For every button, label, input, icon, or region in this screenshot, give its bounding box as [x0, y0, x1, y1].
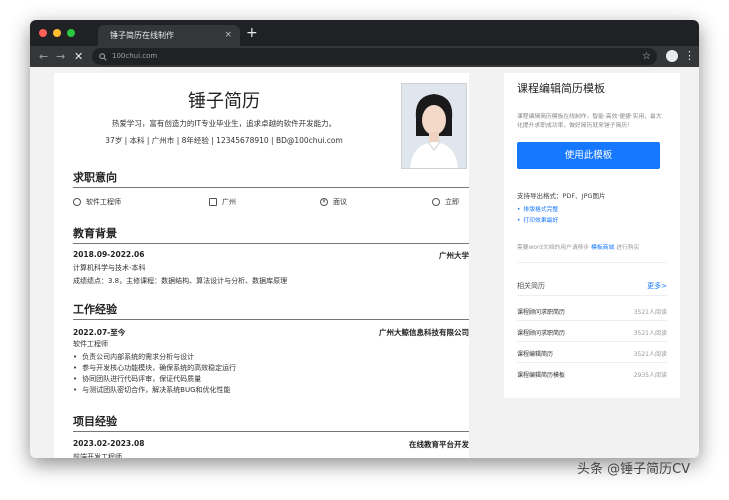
- section-divider: [73, 187, 469, 188]
- intent-availability-label: 立即: [445, 198, 459, 206]
- divider: [517, 362, 667, 363]
- search-icon: [99, 48, 107, 65]
- use-template-button[interactable]: 使用此模板: [517, 142, 660, 169]
- feature-item: 打印效果最好: [517, 215, 558, 224]
- related-item-count: 2935人阅读: [633, 372, 667, 379]
- project-date: 2023.02-2023.08: [73, 439, 145, 448]
- export-formats: 支持导出格式：PDF、JPG图片: [517, 192, 606, 200]
- related-more-link[interactable]: 更多>: [647, 281, 667, 291]
- word-note: 需要word文档的用户请移步 模板商城 进行购买: [517, 242, 639, 251]
- education-major: 计算机科学与技术-本科: [73, 264, 146, 272]
- related-item[interactable]: 课程顾问求职简历: [517, 328, 565, 337]
- list-item: 参与开发核心功能模块，确保系统的高效稳定运行: [73, 363, 236, 373]
- maximize-window-button[interactable]: [67, 29, 75, 37]
- education-detail: 成绩绩点：3.8，主修课程：数据结构、算法设计与分析、数据库原理: [73, 277, 288, 285]
- tab-title: 锤子简历在线制作: [110, 31, 174, 40]
- active-tab[interactable]: 锤子简历在线制作 ×: [98, 25, 240, 46]
- stop-loading-button[interactable]: ✕: [74, 49, 83, 64]
- related-item-count: 3521人阅读: [633, 309, 667, 316]
- browser-menu-icon[interactable]: ⋮: [684, 49, 695, 63]
- address-bar[interactable]: 100chui.com ☆: [92, 48, 657, 65]
- related-title: 相关简历: [517, 282, 545, 290]
- divider: [517, 295, 667, 296]
- resume-motto: 热爱学习，富有创造力的IT专业毕业生，追求卓越的软件开发能力。: [111, 119, 337, 128]
- section-title-project: 项目经验: [73, 415, 117, 428]
- building-icon: [209, 198, 217, 206]
- intent-availability: 立即: [432, 197, 459, 207]
- browser-window: 锤子简历在线制作 × + ← → ✕ 100chui.com ☆ ⋮ 锤子简历 …: [30, 20, 699, 458]
- profile-avatar-icon[interactable]: [666, 50, 678, 62]
- template-sidebar: 课程编辑简历模板 课程编辑简历模板在线制作，智能·高效·便捷·实用，最大化提升求…: [504, 73, 680, 398]
- page-content: 锤子简历 热爱学习，富有创造力的IT专业毕业生，追求卓越的软件开发能力。 37岁…: [30, 67, 699, 458]
- intent-salary: ¥ 面议: [320, 197, 347, 207]
- resume-name: 锤子简历: [188, 91, 260, 112]
- section-divider: [73, 243, 469, 244]
- section-title-intent: 求职意向: [73, 171, 117, 184]
- watermark: 头条 @锤子简历CV: [577, 462, 691, 477]
- forward-button[interactable]: →: [56, 49, 65, 64]
- project-name: 在线教育平台开发: [409, 440, 469, 449]
- work-role: 软件工程师: [73, 340, 108, 348]
- intent-salary-label: 面议: [333, 198, 347, 206]
- tab-bar: 锤子简历在线制作 × +: [30, 20, 699, 46]
- word-note-suffix: 进行购买: [616, 245, 640, 251]
- related-item-count: 3521人阅读: [633, 330, 667, 337]
- divider: [517, 262, 667, 263]
- divider: [517, 341, 667, 342]
- template-description: 课程编辑简历模板在线制作，智能·高效·便捷·实用，最大化提升求职成功率，做好简历…: [517, 114, 662, 129]
- list-item: 与测试团队密切合作，解决系统BUG和优化性能: [73, 385, 230, 395]
- window-controls: [39, 29, 75, 37]
- related-item-count: 3521人阅读: [633, 351, 667, 358]
- profile-photo: [401, 83, 467, 169]
- section-title-education: 教育背景: [73, 227, 117, 240]
- resume-contact-info: 37岁 | 本科 | 广州市 | 8年经验 | 12345678910 | BD…: [105, 136, 343, 145]
- resume-preview: 锤子简历 热爱学习，富有创造力的IT专业毕业生，追求卓越的软件开发能力。 37岁…: [54, 73, 469, 458]
- project-role: 前端开发工程师: [73, 453, 122, 458]
- bookmark-star-icon[interactable]: ☆: [642, 48, 651, 65]
- education-school: 广州大学: [439, 251, 469, 260]
- work-date: 2022.07-至今: [73, 328, 126, 337]
- section-divider: [73, 431, 469, 432]
- intent-city-label: 广州: [222, 198, 236, 206]
- medal-icon: [73, 198, 81, 206]
- browser-toolbar: ← → ✕ 100chui.com ☆ ⋮: [30, 46, 699, 67]
- tab-close-icon[interactable]: ×: [224, 25, 232, 46]
- intent-city: 广州: [209, 197, 236, 207]
- url-text: 100chui.com: [112, 52, 158, 60]
- back-button[interactable]: ←: [39, 49, 48, 64]
- minimize-window-button[interactable]: [53, 29, 61, 37]
- related-item[interactable]: 课程编辑简历模板: [517, 370, 565, 379]
- intent-job: 软件工程师: [73, 197, 121, 207]
- feature-item: 排版格式完整: [517, 204, 558, 213]
- template-mall-link[interactable]: 模板商城: [591, 245, 614, 251]
- education-date: 2018.09-2022.06: [73, 250, 145, 259]
- word-note-prefix: 需要word文档的用户请移步: [517, 245, 590, 251]
- related-item[interactable]: 课程编辑简历: [517, 349, 553, 358]
- section-title-work: 工作经验: [73, 303, 117, 316]
- intent-job-label: 软件工程师: [86, 198, 121, 206]
- list-item: 负责公司内部系统的需求分析与设计: [73, 352, 194, 362]
- section-divider: [73, 319, 469, 320]
- new-tab-button[interactable]: +: [246, 24, 258, 42]
- template-title: 课程编辑简历模板: [517, 82, 605, 95]
- clock-icon: [432, 198, 440, 206]
- list-item: 协同团队进行代码评审，保证代码质量: [73, 374, 201, 384]
- related-item[interactable]: 课程顾问求职简历: [517, 307, 565, 316]
- close-window-button[interactable]: [39, 29, 47, 37]
- yen-icon: ¥: [320, 198, 328, 206]
- work-company: 广州大鲸信息科技有限公司: [379, 328, 469, 337]
- divider: [517, 320, 667, 321]
